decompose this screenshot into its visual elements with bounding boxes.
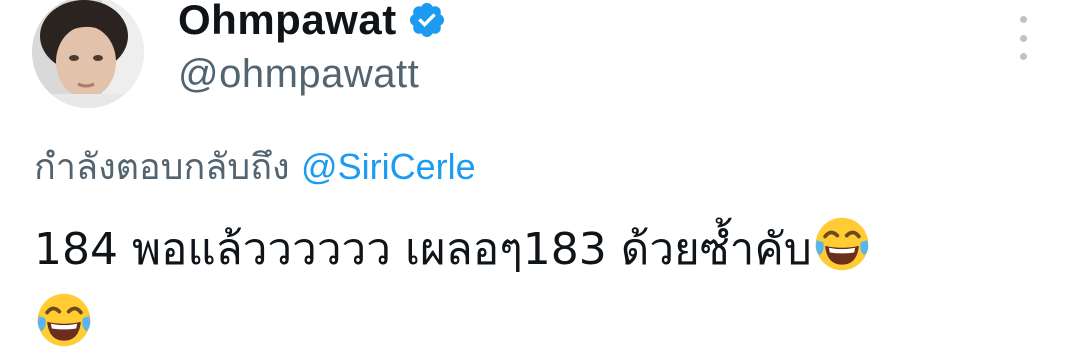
tweet-text: 184 พอแล้วววววว เผลอๆ183 ด้วยซ้ำคับ <box>34 212 1044 364</box>
user-handle[interactable]: @ohmpawatt <box>178 52 419 97</box>
more-dot <box>1019 16 1027 23</box>
more-dot <box>1019 34 1027 42</box>
face-with-tears-of-joy-icon <box>815 217 869 271</box>
avatar[interactable] <box>32 0 144 108</box>
more-options-icon[interactable] <box>1008 16 1038 60</box>
tweet-text-body: 184 พอแล้วววววว เผลอๆ183 ด้วยซ้ำคับ <box>34 224 812 275</box>
face-with-tears-of-joy-icon <box>37 293 91 347</box>
display-name-row[interactable]: Ohmpawat <box>178 0 447 46</box>
replying-to-label: กำลังตอบกลับถึง <box>34 147 290 188</box>
more-dot <box>1019 53 1027 60</box>
avatar-photo <box>32 0 144 108</box>
reply-mention-link[interactable]: @SiriCerle <box>301 146 476 187</box>
display-name[interactable]: Ohmpawat <box>178 0 397 44</box>
replying-to: กำลังตอบกลับถึง @SiriCerle <box>34 138 476 195</box>
verified-badge-icon <box>409 2 444 38</box>
tweet-text-line-2 <box>34 288 1044 364</box>
